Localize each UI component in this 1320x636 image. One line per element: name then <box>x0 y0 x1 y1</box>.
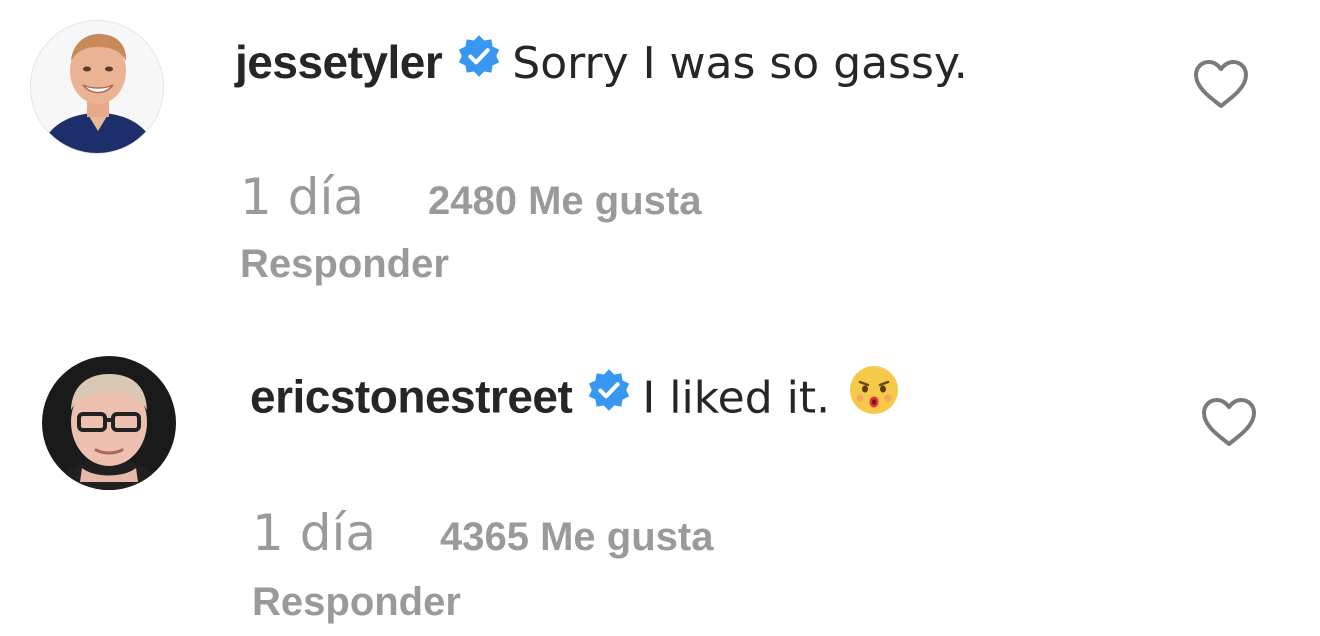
avatar[interactable] <box>30 20 164 154</box>
comment-meta: 1 día 4365 Me gusta <box>252 504 713 562</box>
verified-badge-icon <box>456 33 502 91</box>
comment-time[interactable]: 1 día <box>240 168 364 226</box>
kissing-face-emoji-icon <box>848 364 900 428</box>
avatar[interactable] <box>42 356 176 490</box>
reply-button[interactable]: Responder <box>252 580 461 625</box>
comment-text: Sorry I was so gassy. <box>512 38 968 89</box>
like-count-button[interactable]: 2480 Me gusta <box>428 179 701 224</box>
comment-item: jessetyler Sorry I was so gassy. 1 día 24… <box>0 0 1320 300</box>
comment-item: ericstonestreet I liked it. 1 día 4365 Me… <box>0 336 1320 636</box>
comment-time[interactable]: 1 día <box>252 504 376 562</box>
heart-outline-icon[interactable] <box>1192 58 1250 110</box>
reply-button[interactable]: Responder <box>240 242 449 287</box>
heart-outline-icon[interactable] <box>1200 396 1258 448</box>
like-count-button[interactable]: 4365 Me gusta <box>440 515 713 560</box>
comment-text: I liked it. <box>642 372 831 424</box>
comment-line: jessetyler Sorry I was so gassy. <box>235 34 968 95</box>
comment-meta: 1 día 2480 Me gusta <box>240 168 701 226</box>
comment-line: ericstonestreet I liked it. <box>250 366 900 432</box>
username-link[interactable]: jessetyler <box>235 36 443 88</box>
username-link[interactable]: ericstonestreet <box>250 371 573 423</box>
verified-badge-icon <box>586 367 632 425</box>
